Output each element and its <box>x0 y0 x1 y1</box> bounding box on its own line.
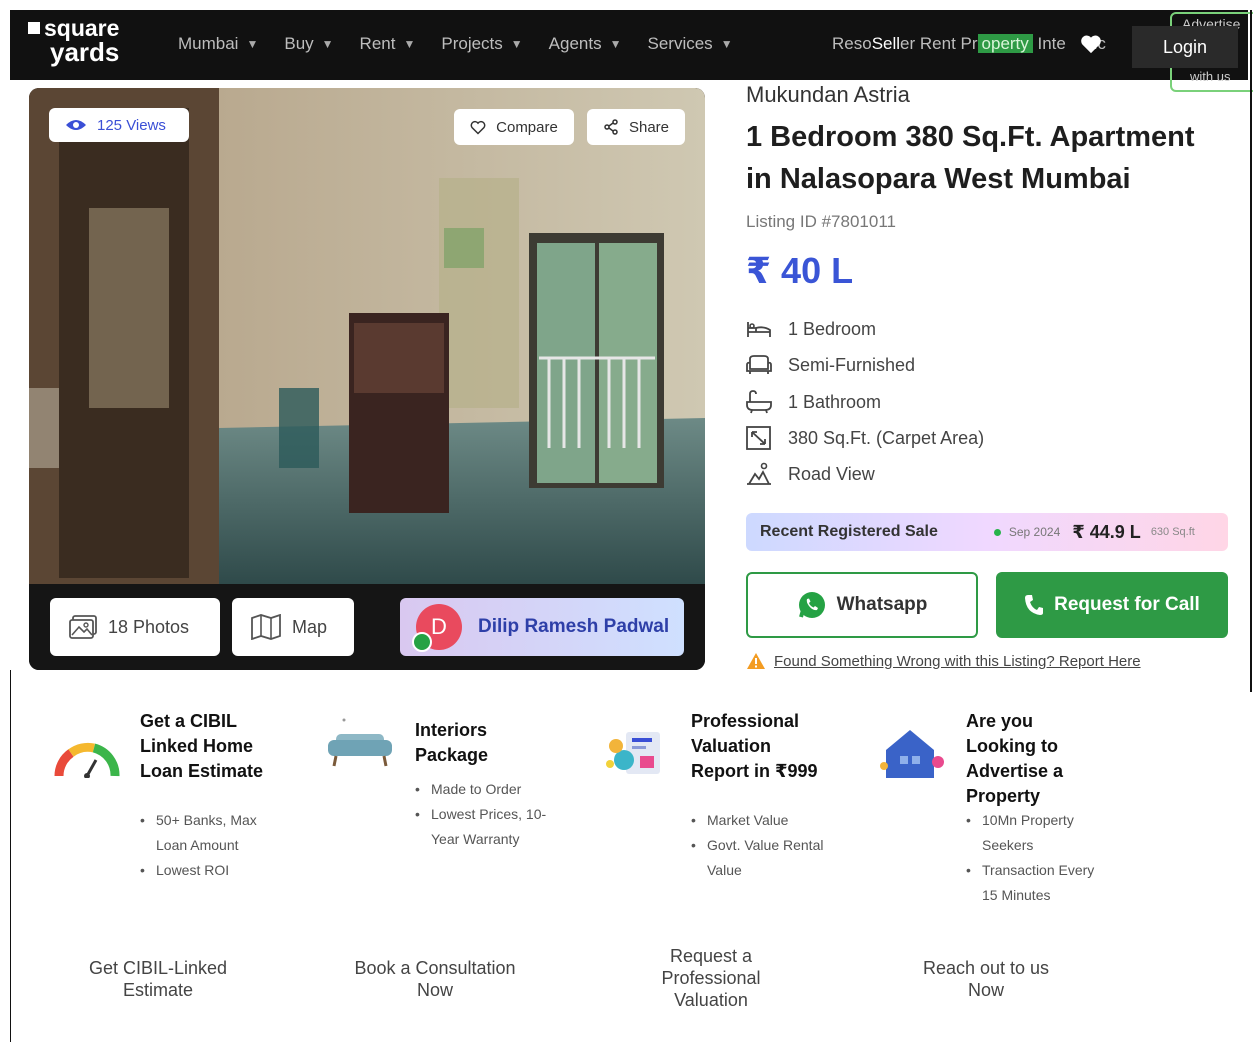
eye-icon <box>66 120 86 130</box>
photos-icon <box>69 615 97 639</box>
page-border <box>1250 10 1252 692</box>
sofa-illustration-icon <box>328 718 392 767</box>
price: ₹ 40 L <box>746 250 854 291</box>
builder-name[interactable]: Mukundan Astria <box>746 82 910 108</box>
map-icon <box>251 614 281 640</box>
promo-title: Interiors Package <box>415 720 489 765</box>
chevron-down-icon: ▼ <box>403 37 416 51</box>
listing-id: Listing ID #7801011 <box>746 212 896 231</box>
reach-out-link[interactable]: Reach out to us Now <box>912 957 1060 1001</box>
login-button[interactable]: Login <box>1132 26 1238 68</box>
apartment-photo[interactable] <box>29 88 705 584</box>
nav-item-mumbai[interactable]: Mumbai ▼ <box>178 34 258 54</box>
whatsapp-badge-icon <box>412 632 432 652</box>
chevron-down-icon: ▼ <box>510 37 523 51</box>
spec-bathrooms: 1 Bathroom <box>746 390 881 414</box>
chevron-down-icon: ▼ <box>246 37 259 51</box>
bathtub-icon <box>746 390 772 414</box>
view-icon <box>747 462 771 485</box>
report-illustration-icon <box>606 732 660 774</box>
photos-button[interactable]: 18 Photos <box>50 598 220 656</box>
spec-bedrooms: 1 Bedroom <box>746 318 876 340</box>
map-button[interactable]: Map <box>232 598 354 656</box>
nav-item-projects[interactable]: Projects ▼ <box>441 34 522 54</box>
promo-bullets: 10Mn Property Seekers Transaction Every … <box>966 808 1096 908</box>
top-navbar: square yards Mumbai ▼ Buy ▼ Rent ▼ Projects… <box>10 10 1253 92</box>
chevron-down-icon: ▼ <box>720 37 733 51</box>
chevron-down-icon: ▼ <box>609 37 622 51</box>
compare-button[interactable]: Compare <box>454 109 574 145</box>
share-button[interactable]: Share <box>587 109 685 145</box>
bed-icon <box>747 322 771 337</box>
recent-registered-sale[interactable]: Recent Registered Sale Sep 2024 ₹ 44.9 L… <box>746 513 1228 551</box>
square-yards-logo[interactable]: square yards <box>28 16 119 65</box>
nav-item-agents[interactable]: Agents ▼ <box>549 34 622 54</box>
promo-bullets: 50+ Banks, Max Loan Amount Lowest ROI <box>140 808 280 883</box>
share-icon <box>604 119 618 135</box>
book-consultation-link[interactable]: Book a Consultation Now <box>348 957 522 1001</box>
logo-square-icon <box>28 22 40 34</box>
page-border <box>10 670 11 1042</box>
heart-outline-icon <box>470 120 486 135</box>
report-listing-link[interactable]: Found Something Wrong with this Listing?… <box>746 652 1141 670</box>
avatar: D <box>412 604 462 652</box>
page-title: 1 Bedroom 380 Sq.Ft. Apartment in Nalaso… <box>746 121 1195 195</box>
nav-item-services[interactable]: Services ▼ <box>648 34 733 54</box>
heart-icon[interactable] <box>1080 34 1102 54</box>
gauge-icon <box>54 742 120 778</box>
views-badge: 125 Views <box>49 108 189 142</box>
status-dot-icon <box>993 528 1001 536</box>
main-nav: Mumbai ▼ Buy ▼ Rent ▼ Projects ▼ Agents ▼ Ser… <box>178 34 759 54</box>
warning-icon <box>747 653 765 669</box>
nav-item-rent[interactable]: Rent ▼ <box>360 34 416 54</box>
spec-furnishing: Semi-Furnished <box>746 354 915 376</box>
phone-icon <box>1025 595 1044 615</box>
agent-name: Dilip Ramesh Padwal <box>478 616 670 637</box>
spec-area: 380 Sq.Ft. (Carpet Area) <box>746 426 984 450</box>
whatsapp-icon <box>798 592 825 618</box>
request-call-button[interactable]: Request for Call <box>996 572 1228 638</box>
request-valuation-link[interactable]: Request a Professional Valuation <box>636 945 786 1011</box>
chevron-down-icon: ▼ <box>321 37 334 51</box>
promo-title: Professional Valuation Report in ₹999 <box>691 711 818 781</box>
house-illustration-icon <box>880 730 944 778</box>
promo-title: Are you Looking to Advertise a Property <box>966 711 1064 806</box>
nav-item-buy[interactable]: Buy ▼ <box>284 34 333 54</box>
cibil-estimate-link[interactable]: Get CIBIL-Linked Estimate <box>78 957 238 1001</box>
promo-bullets: Made to Order Lowest Prices, 10-Year War… <box>415 777 555 852</box>
promo-bullets: Market Value Govt. Value Rental Value <box>691 808 831 883</box>
whatsapp-button[interactable]: Whatsapp <box>746 572 978 638</box>
sofa-icon <box>746 355 772 374</box>
property-gallery[interactable]: 125 Views Compare Share 18 Photos Map D … <box>29 88 705 670</box>
spec-view: Road View <box>746 462 875 486</box>
agent-card[interactable]: D Dilip Ramesh Padwal <box>400 598 684 656</box>
area-icon <box>746 426 771 450</box>
promo-title: Get a CIBIL Linked Home Loan Estimate <box>140 711 264 781</box>
